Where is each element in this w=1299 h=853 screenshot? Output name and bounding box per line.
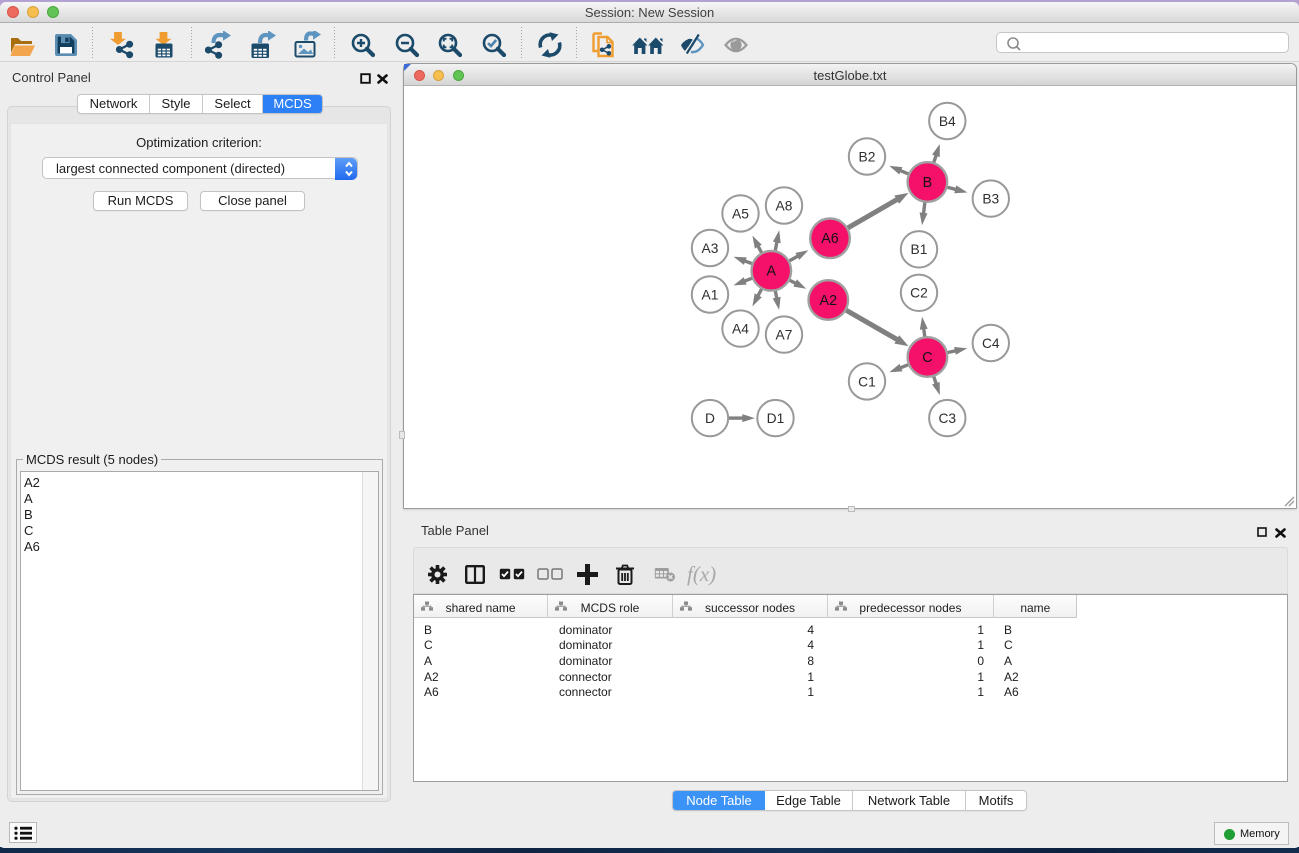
svg-text:A2: A2 — [820, 293, 838, 309]
svg-text:C1: C1 — [858, 374, 876, 389]
svg-text:A6: A6 — [821, 231, 839, 247]
svg-text:D1: D1 — [767, 411, 785, 426]
svg-text:A8: A8 — [776, 198, 793, 213]
svg-text:A4: A4 — [732, 322, 749, 337]
svg-text:A1: A1 — [702, 287, 719, 302]
svg-text:A: A — [767, 264, 777, 280]
svg-text:B3: B3 — [982, 192, 999, 207]
svg-text:B1: B1 — [911, 242, 928, 257]
svg-text:B: B — [923, 175, 933, 191]
svg-text:B2: B2 — [859, 149, 876, 164]
svg-text:C2: C2 — [910, 286, 928, 301]
svg-text:D: D — [705, 411, 715, 426]
svg-text:C3: C3 — [938, 411, 956, 426]
svg-text:A3: A3 — [702, 241, 719, 256]
svg-text:A7: A7 — [776, 328, 793, 343]
svg-text:C4: C4 — [982, 336, 1000, 351]
svg-text:C: C — [922, 350, 932, 366]
svg-text:B4: B4 — [939, 114, 956, 129]
svg-text:A5: A5 — [732, 206, 749, 221]
